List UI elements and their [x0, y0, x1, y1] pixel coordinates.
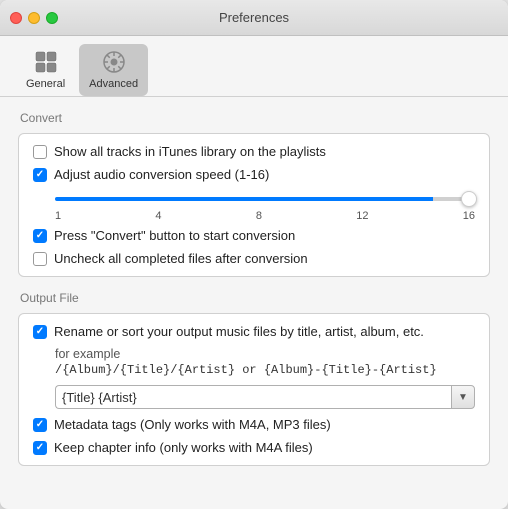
rename-sort-label: Rename or sort your output music files b…: [54, 324, 424, 339]
output-section-label: Output File: [20, 291, 490, 305]
titlebar: Preferences: [0, 0, 508, 36]
general-icon: [32, 48, 60, 76]
advanced-tab-label: Advanced: [89, 78, 138, 90]
rename-sort-row: Rename or sort your output music files b…: [33, 324, 475, 339]
adjust-speed-label: Adjust audio conversion speed (1-16): [54, 167, 269, 182]
metadata-tags-label: Metadata tags (Only works with M4A, MP3 …: [54, 417, 331, 432]
content-area: Convert Show all tracks in iTunes librar…: [0, 97, 508, 509]
slider-label-1: 1: [55, 210, 61, 222]
speed-slider-track: [55, 197, 475, 201]
slider-label-12: 12: [356, 210, 368, 222]
keep-chapter-checkbox[interactable]: [33, 441, 47, 455]
dropdown-arrow-icon: ▼: [458, 392, 468, 403]
keep-chapter-row: Keep chapter info (only works with M4A f…: [33, 440, 475, 455]
uncheck-completed-row: Uncheck all completed files after conver…: [33, 251, 475, 266]
output-input-row: ▼: [55, 385, 475, 409]
metadata-tags-checkbox[interactable]: [33, 418, 47, 432]
minimize-button[interactable]: [28, 12, 40, 24]
window-title: Preferences: [219, 10, 289, 25]
slider-label-4: 4: [155, 210, 161, 222]
output-section: Rename or sort your output music files b…: [18, 313, 490, 466]
adjust-speed-row: Adjust audio conversion speed (1-16): [33, 167, 475, 182]
maximize-button[interactable]: [46, 12, 58, 24]
show-tracks-checkbox[interactable]: [33, 145, 47, 159]
rename-sort-checkbox[interactable]: [33, 325, 47, 339]
press-convert-row: Press "Convert" button to start conversi…: [33, 228, 475, 243]
convert-section-label: Convert: [20, 111, 490, 125]
preferences-window: Preferences General: [0, 0, 508, 509]
advanced-icon: [100, 48, 128, 76]
press-convert-label: Press "Convert" button to start conversi…: [54, 228, 295, 243]
general-tab-label: General: [26, 78, 65, 90]
speed-slider-row: 1 4 8 12 16: [55, 190, 475, 222]
uncheck-completed-checkbox[interactable]: [33, 252, 47, 266]
convert-section: Show all tracks in iTunes library on the…: [18, 133, 490, 277]
slider-label-8: 8: [256, 210, 262, 222]
uncheck-completed-label: Uncheck all completed files after conver…: [54, 251, 308, 266]
output-format-input[interactable]: [55, 385, 451, 409]
example-code: /{Album}/{Title}/{Artist} or {Album}-{Ti…: [55, 363, 475, 377]
close-button[interactable]: [10, 12, 22, 24]
traffic-lights: [10, 12, 58, 24]
tab-general[interactable]: General: [16, 44, 75, 96]
slider-label-16: 16: [463, 210, 475, 222]
keep-chapter-label: Keep chapter info (only works with M4A f…: [54, 440, 313, 455]
output-format-dropdown[interactable]: ▼: [451, 385, 475, 409]
metadata-tags-row: Metadata tags (Only works with M4A, MP3 …: [33, 417, 475, 432]
slider-labels: 1 4 8 12 16: [55, 210, 475, 222]
speed-slider-thumb[interactable]: [461, 191, 477, 207]
show-tracks-label: Show all tracks in iTunes library on the…: [54, 144, 326, 159]
speed-slider-container: [55, 190, 475, 208]
show-tracks-row: Show all tracks in iTunes library on the…: [33, 144, 475, 159]
press-convert-checkbox[interactable]: [33, 229, 47, 243]
toolbar: General Advanced: [0, 36, 508, 97]
for-example-label: for example: [55, 347, 475, 361]
tab-advanced[interactable]: Advanced: [79, 44, 148, 96]
adjust-speed-checkbox[interactable]: [33, 168, 47, 182]
